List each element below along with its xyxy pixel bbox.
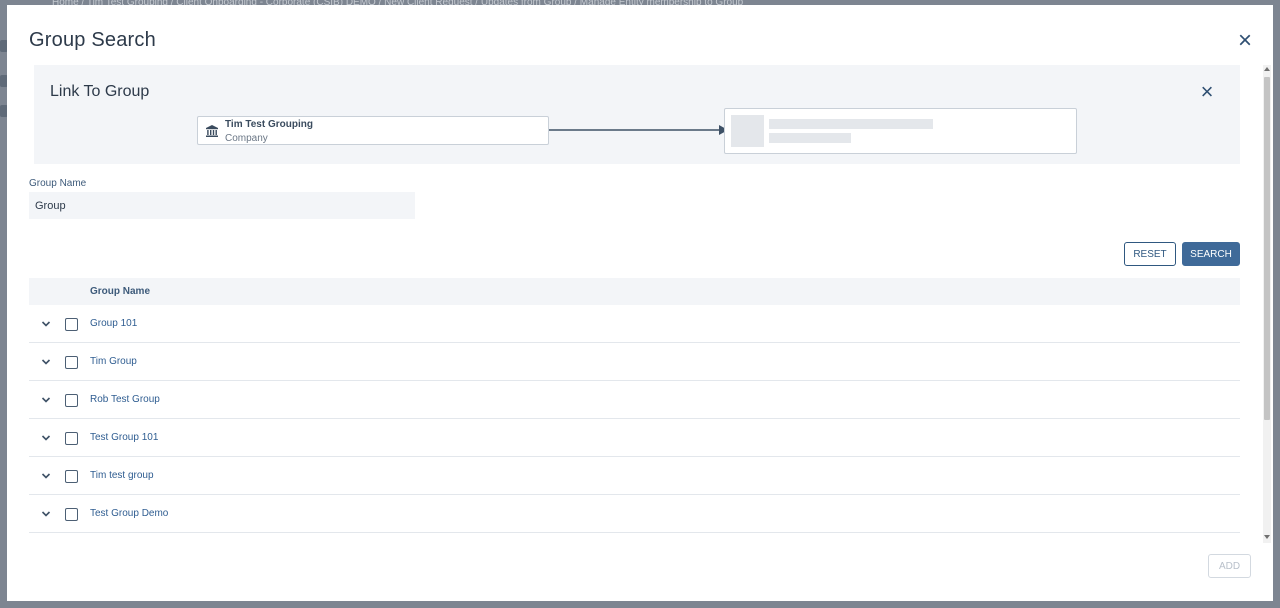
table-row: Tim test group bbox=[29, 457, 1240, 495]
bank-building-icon bbox=[206, 125, 218, 137]
table-row: Tim Group bbox=[29, 343, 1240, 381]
row-checkbox[interactable] bbox=[65, 432, 78, 445]
entity-type: Company bbox=[225, 133, 268, 144]
group-name-link[interactable]: Test Group Demo bbox=[90, 508, 168, 519]
entity-card: Tim Test Grouping Company bbox=[197, 116, 549, 145]
modal-scrollbar[interactable] bbox=[1263, 65, 1271, 543]
row-checkbox[interactable] bbox=[65, 394, 78, 407]
table-row: Test Group 101 bbox=[29, 419, 1240, 457]
group-name-input[interactable] bbox=[29, 192, 415, 219]
group-name-link[interactable]: Tim test group bbox=[90, 470, 154, 481]
scroll-up-arrow-icon[interactable] bbox=[1264, 67, 1270, 71]
modal-title: Group Search bbox=[29, 29, 156, 51]
scrollbar-thumb[interactable] bbox=[1264, 77, 1270, 420]
placeholder-line bbox=[769, 119, 933, 129]
link-arrow-icon bbox=[549, 125, 728, 135]
chevron-down-icon[interactable] bbox=[41, 471, 51, 481]
group-search-modal: Group Search × Link To Group × Tim Test … bbox=[7, 5, 1273, 601]
chevron-down-icon[interactable] bbox=[41, 357, 51, 367]
link-panel-title: Link To Group bbox=[50, 83, 150, 100]
chevron-down-icon[interactable] bbox=[41, 395, 51, 405]
close-icon[interactable]: × bbox=[1233, 29, 1257, 55]
reset-button[interactable]: RESET bbox=[1124, 242, 1176, 266]
group-name-link[interactable]: Tim Group bbox=[90, 356, 137, 367]
table-header: Group Name bbox=[29, 278, 1240, 305]
row-checkbox[interactable] bbox=[65, 318, 78, 331]
chevron-down-icon[interactable] bbox=[41, 433, 51, 443]
chevron-down-icon[interactable] bbox=[41, 509, 51, 519]
group-name-link[interactable]: Test Group 101 bbox=[90, 432, 158, 443]
row-checkbox[interactable] bbox=[65, 356, 78, 369]
row-checkbox[interactable] bbox=[65, 470, 78, 483]
column-header-group-name: Group Name bbox=[90, 286, 151, 297]
add-button[interactable]: ADD bbox=[1208, 554, 1251, 578]
group-results-table: Group Name Group 101 Tim Group Rob Test … bbox=[29, 278, 1240, 533]
group-name-link[interactable]: Rob Test Group bbox=[90, 394, 160, 405]
link-to-group-panel: Link To Group × Tim Test Grouping Compan… bbox=[34, 65, 1240, 164]
group-name-label: Group Name bbox=[29, 178, 87, 189]
table-row: Rob Test Group bbox=[29, 381, 1240, 419]
search-button[interactable]: SEARCH bbox=[1182, 242, 1240, 266]
close-icon[interactable]: × bbox=[1196, 81, 1218, 104]
row-checkbox[interactable] bbox=[65, 508, 78, 521]
target-group-placeholder bbox=[724, 108, 1077, 154]
group-name-link[interactable]: Group 101 bbox=[90, 318, 137, 329]
entity-name: Tim Test Grouping bbox=[225, 119, 313, 130]
scroll-down-arrow-icon[interactable] bbox=[1264, 535, 1270, 539]
table-row: Group 101 bbox=[29, 305, 1240, 343]
placeholder-avatar bbox=[731, 115, 764, 147]
chevron-down-icon[interactable] bbox=[41, 319, 51, 329]
placeholder-line bbox=[769, 133, 851, 143]
table-row: Test Group Demo bbox=[29, 495, 1240, 533]
